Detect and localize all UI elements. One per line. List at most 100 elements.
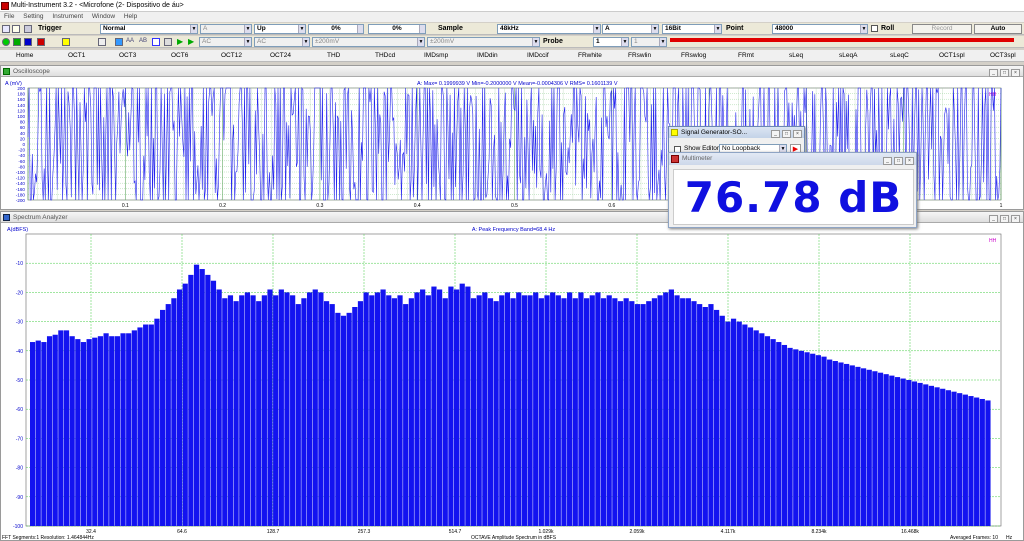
restore-icon[interactable]: □ — [1000, 69, 1009, 77]
trigger-channel-select[interactable]: A ▼ — [200, 24, 252, 34]
chevron-down-icon: ▼ — [651, 25, 658, 33]
spec-bar — [182, 283, 188, 526]
auto-button[interactable]: Auto — [974, 24, 1022, 34]
play-icon[interactable]: ▶ — [177, 37, 183, 46]
probe-a-select[interactable]: 1 ▼ — [593, 37, 629, 47]
close-icon[interactable]: × — [1011, 215, 1020, 223]
spec-bar — [52, 334, 58, 526]
spec-bar — [267, 289, 273, 526]
spec-bar — [352, 307, 358, 526]
menu-window[interactable]: Window — [92, 13, 115, 20]
close-icon[interactable]: × — [1011, 69, 1020, 77]
spec-bar — [702, 307, 708, 526]
new-icon[interactable] — [2, 25, 10, 33]
trigger-level-2-spinner[interactable]: 0% — [368, 24, 426, 34]
play-forward-icon[interactable]: ▶ — [188, 37, 194, 46]
function-tab-oct3[interactable]: OCT3 — [119, 51, 136, 61]
channel-b-toggle[interactable]: AB — [139, 38, 147, 44]
coupling-a-value: AC — [202, 38, 212, 45]
function-tab-oct3spl[interactable]: OCT3spl — [990, 51, 1016, 61]
spec-bar — [171, 298, 177, 526]
function-tab-frwhite[interactable]: FRwhite — [578, 51, 602, 61]
minimize-icon[interactable]: _ — [989, 69, 998, 77]
generator-icon[interactable] — [62, 38, 70, 46]
spec-bar — [278, 289, 284, 526]
restore-icon[interactable]: □ — [1000, 215, 1009, 223]
function-tab-imddin[interactable]: IMDdin — [477, 51, 498, 61]
spec-bar — [572, 298, 578, 526]
start-icon[interactable] — [2, 38, 10, 46]
spectrum-chart[interactable]: A(dBFS) A: Peak Frequency Band=68.4 Hz -10… — [1, 224, 1023, 540]
spec-bar — [600, 298, 607, 526]
channel-select[interactable]: A ▼ — [602, 24, 659, 34]
spinner-arrows-icon[interactable] — [419, 25, 425, 33]
sample-rate-select[interactable]: 48kHz ▼ — [497, 24, 601, 34]
spec-bar — [742, 324, 748, 526]
function-tab-imdsmp[interactable]: IMDsmp — [424, 51, 448, 61]
channel-a-toggle[interactable]: AA — [126, 38, 134, 44]
menu-setting[interactable]: Setting — [23, 13, 43, 20]
speaker-icon[interactable] — [164, 38, 172, 46]
spec-bar — [855, 366, 861, 526]
close-icon[interactable]: × — [793, 130, 802, 138]
spec-bar — [459, 283, 465, 526]
cursor-icon[interactable] — [152, 38, 160, 46]
spec-bar — [821, 356, 827, 526]
spec-bar — [974, 397, 980, 526]
function-tab-oct12[interactable]: OCT12 — [221, 51, 242, 61]
function-tab-sleqc[interactable]: sLeqC — [890, 51, 909, 61]
restore-icon[interactable]: □ — [782, 130, 791, 138]
restore-icon[interactable]: □ — [894, 157, 903, 165]
function-tab-imdccif[interactable]: IMDccif — [527, 51, 549, 61]
function-tab-oct1spl[interactable]: OCT1spl — [939, 51, 965, 61]
probe-b-select[interactable]: 1 ▼ — [631, 37, 667, 47]
function-tab-thdcd[interactable]: THDcd — [375, 51, 395, 61]
function-tab-oct24[interactable]: OCT24 — [270, 51, 291, 61]
save-icon[interactable] — [24, 25, 32, 33]
function-tab-oct6[interactable]: OCT6 — [171, 51, 188, 61]
spec-bar — [691, 301, 697, 526]
range-a-select[interactable]: ±200mV ▼ — [312, 37, 425, 47]
coupling-b-value: AC — [257, 38, 267, 45]
trigger-edge-select[interactable]: Up ▼ — [254, 24, 306, 34]
coupling-b-select[interactable]: AC ▼ — [254, 37, 310, 47]
menu-file[interactable]: File — [4, 13, 14, 20]
function-tab-frmt[interactable]: FRmt — [738, 51, 754, 61]
run-icon[interactable] — [13, 38, 21, 46]
trigger-level-1-spinner[interactable]: 0% — [308, 24, 364, 34]
spinner-arrows-icon[interactable] — [357, 25, 363, 33]
close-icon[interactable]: × — [905, 157, 914, 165]
spectrum-title: Spectrum Analyzer — [13, 214, 68, 221]
spec-bar — [951, 391, 957, 526]
spec-bar — [578, 292, 584, 526]
minimize-icon[interactable]: _ — [883, 157, 892, 165]
function-tab-thd[interactable]: THD — [327, 51, 340, 61]
meter-icon[interactable] — [24, 38, 32, 46]
spec-bar — [340, 315, 347, 526]
function-tab-frswlin[interactable]: FRswlin — [628, 51, 651, 61]
function-tab-sleq[interactable]: sLeq — [789, 51, 803, 61]
menu-instrument[interactable]: Instrument — [52, 13, 83, 20]
minimize-icon[interactable]: _ — [989, 215, 998, 223]
oscilloscope-window-buttons: _ □ × — [987, 67, 1020, 78]
probe-label: Probe — [543, 38, 563, 45]
probe-b-value: 1 — [634, 38, 638, 45]
record-button[interactable]: Record — [912, 24, 972, 34]
function-tab-sleqa[interactable]: sLeqA — [839, 51, 857, 61]
function-tab-frswlog[interactable]: FRswlog — [681, 51, 706, 61]
settings-icon[interactable] — [98, 38, 106, 46]
print-icon[interactable] — [115, 38, 123, 46]
function-tab-home[interactable]: Home — [16, 51, 33, 61]
bits-select[interactable]: 16Bit ▼ — [662, 24, 722, 34]
trigger-mode-select[interactable]: Normal ▼ — [100, 24, 198, 34]
range-b-select[interactable]: ±200mV ▼ — [427, 37, 540, 47]
point-select[interactable]: 48000 ▼ — [772, 24, 868, 34]
roll-checkbox[interactable] — [871, 25, 878, 32]
menu-help[interactable]: Help — [124, 13, 137, 20]
stop-icon[interactable] — [37, 38, 45, 46]
function-tab-oct1[interactable]: OCT1 — [68, 51, 85, 61]
open-icon[interactable] — [12, 25, 20, 33]
coupling-a-select[interactable]: AC ▼ — [199, 37, 252, 47]
minimize-icon[interactable]: _ — [771, 130, 780, 138]
spec-bar — [877, 372, 884, 526]
